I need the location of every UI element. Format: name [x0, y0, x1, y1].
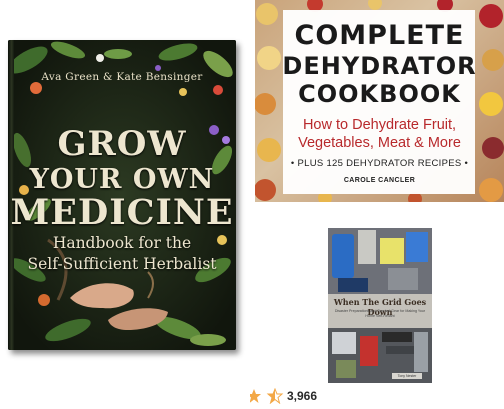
book-title-line-3: MEDICINE: [10, 192, 234, 233]
book-title-line-3: COOKBOOK: [298, 80, 461, 108]
rating-summary[interactable]: 3,966: [247, 387, 317, 405]
book-author: CAROLE CANCLER: [343, 177, 416, 184]
book-title-line-1: COMPLETE: [294, 20, 465, 51]
book-cover-complete-dehydrator-cookbook[interactable]: COMPLETE DEHYDRATOR COOKBOOK How to Dehy…: [255, 0, 504, 202]
book-cover-grow-your-own-medicine[interactable]: Ava Green & Kate Bensinger GROW YOUR OWN…: [8, 40, 240, 354]
book-subtitle-line-1: How to Dehydrate Fruit,: [302, 117, 457, 133]
book-author: Ava Green & Kate Bensinger: [41, 71, 203, 83]
book-tagline: • PLUS 125 DEHYDRATOR RECIPES •: [290, 158, 469, 169]
book-cover-when-the-grid-goes-down[interactable]: When The Grid Goes Down Disaster Prepara…: [328, 228, 432, 383]
book-subtitle-line-2: Vegetables, Meat & More: [298, 135, 461, 151]
book-title-line-2: YOUR OWN: [29, 164, 215, 195]
book-subtitle: Disaster Preparations and Survival Gear …: [334, 309, 426, 318]
book-title-line-2: DEHYDRATOR: [282, 52, 477, 80]
book-cover-art: Ava Green & Kate Bensinger GROW YOUR OWN…: [8, 40, 236, 350]
book-subtitle-line-1: Handbook for the: [52, 234, 192, 252]
star-rating-icon: [247, 387, 284, 405]
book-title-line-1: GROW: [57, 124, 187, 164]
book-author: Tony Nester: [392, 373, 422, 379]
review-count[interactable]: 3,966: [287, 389, 317, 403]
book-subtitle-line-2: Self-Sufficient Herbalist: [27, 255, 217, 273]
